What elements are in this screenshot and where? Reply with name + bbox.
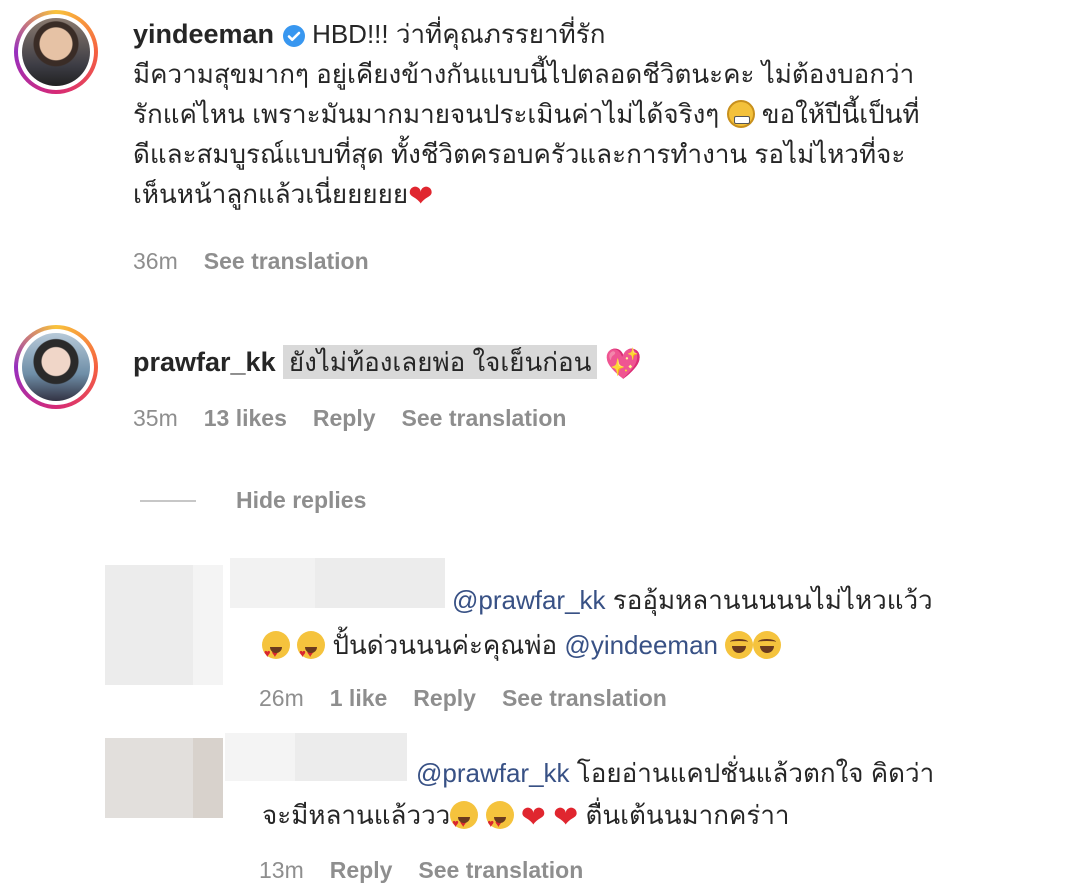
comment-text: ยังไม่ท้องเลยพ่อ ใจเย็นก่อน (282, 345, 598, 379)
comment-line: มีความสุขมากๆ อยู่เคียงข้างกันแบบนี้ไปตล… (133, 59, 915, 89)
avatar-ring[interactable] (14, 10, 98, 94)
see-translation-link[interactable]: See translation (204, 248, 369, 274)
comment-meta: 36m See translation (133, 248, 369, 275)
heart-eyes-emoji-icon (262, 631, 290, 674)
reply-text: โอยอ่านแคปชั่นแล้วตกใจ คิดว่า (576, 758, 935, 788)
sparkling-heart-icon: 💖 (604, 348, 643, 381)
avatar-yindeeman[interactable] (22, 18, 90, 86)
reply-time: 13m (259, 857, 304, 883)
reply-text: ปั้นด่วนนนค่ะคุณพ่อ (332, 630, 558, 660)
reply-text: รออุ้มหลานนนนนไม่ไหวแว้ว (612, 585, 933, 615)
comment-time: 35m (133, 405, 178, 431)
hide-replies-button[interactable]: Hide replies (236, 487, 366, 514)
verified-badge-icon (283, 25, 306, 48)
comment-line: เห็นหน้าลูกแล้วเนี่ยยยยย❤ (133, 174, 1073, 217)
see-translation-link[interactable]: See translation (502, 685, 667, 711)
username-yindeeman[interactable]: yindeeman (133, 19, 274, 49)
likes-count[interactable]: 1 like (330, 685, 388, 711)
likes-count[interactable]: 13 likes (204, 405, 287, 431)
heart-eyes-emoji-icon (450, 801, 479, 844)
comment-line: ดีและสมบูรณ์แบบที่สุด ทั้งชีวิตครอบครัวแ… (133, 139, 906, 169)
reply-text-line: ปั้นด่วนนนค่ะคุณพ่อ @yindeeman (262, 625, 782, 674)
blurred-username (225, 733, 295, 781)
reply-text-line: @prawfar_kk โอยอ่านแคปชั่นแล้วตกใจ คิดว่… (416, 753, 934, 793)
blurred-avatar (105, 565, 193, 685)
hide-replies-divider (140, 500, 196, 502)
reply-meta: 13m Reply See translation (259, 857, 583, 884)
blurred-avatar (193, 565, 223, 685)
reply-text-line: จะมีหลานแล้ววว ❤ ❤ ตื่นเต้นนมากคร่าา (262, 795, 790, 844)
blurred-username (230, 558, 315, 608)
comment-yindeeman: yindeeman HBD!!! ว่าที่คุณภรรยาที่รัก มีค… (133, 14, 1073, 217)
reply-button[interactable]: Reply (413, 685, 476, 711)
reply-text: จะมีหลานแล้ววว (262, 800, 451, 830)
grimace-emoji-icon (726, 100, 755, 128)
red-heart-icon: ❤ (553, 801, 579, 834)
comment-meta: 35m 13 likes Reply See translation (133, 405, 566, 432)
tears-of-joy-emoji-icon (725, 631, 754, 659)
avatar-ring[interactable] (14, 325, 98, 409)
comment-line-text: ขอให้ปีนี้เป็นที่ (761, 99, 920, 129)
reply-text-line: @prawfar_kk รออุ้มหลานนนนนไม่ไหวแว้ว (452, 580, 933, 620)
comment-title: HBD!!! ว่าที่คุณภรรยาที่รัก (312, 19, 606, 49)
see-translation-link[interactable]: See translation (402, 405, 567, 431)
reply-meta: 26m 1 like Reply See translation (259, 685, 667, 712)
heart-eyes-emoji-icon (485, 801, 514, 844)
reply-time: 26m (259, 685, 304, 711)
comment-time: 36m (133, 248, 178, 274)
red-heart-icon: ❤ (520, 801, 546, 834)
mention-link[interactable]: @prawfar_kk (416, 758, 570, 788)
comment-line-text: เห็นหน้าลูกแล้วเนี่ยยยยย (133, 179, 409, 209)
blurred-username (315, 558, 445, 608)
avatar-prawfar_kk[interactable] (22, 333, 90, 401)
comment-line: รักแค่ไหน เพราะมันมากมายจนประเมินค่าไม่ไ… (133, 94, 1073, 134)
blurred-username (295, 733, 407, 781)
username-prawfar_kk[interactable]: prawfar_kk (133, 347, 276, 377)
reply-button[interactable]: Reply (330, 857, 393, 883)
comment-prawfar_kk: prawfar_kk ยังไม่ท้องเลยพ่อ ใจเย็นก่อน 💖 (133, 342, 642, 385)
mention-link[interactable]: @yindeeman (564, 630, 718, 660)
comment-line-text: รักแค่ไหน เพราะมันมากมายจนประเมินค่าไม่ไ… (133, 99, 720, 129)
see-translation-link[interactable]: See translation (418, 857, 583, 883)
red-heart-icon: ❤ (408, 180, 434, 213)
blurred-avatar (193, 738, 223, 818)
reply-button[interactable]: Reply (313, 405, 376, 431)
tears-of-joy-emoji-icon (753, 631, 782, 659)
blurred-avatar (105, 738, 193, 818)
reply-text: ตื่นเต้นนมากคร่าา (585, 800, 790, 830)
heart-eyes-emoji-icon (297, 631, 326, 674)
mention-link[interactable]: @prawfar_kk (452, 585, 606, 615)
